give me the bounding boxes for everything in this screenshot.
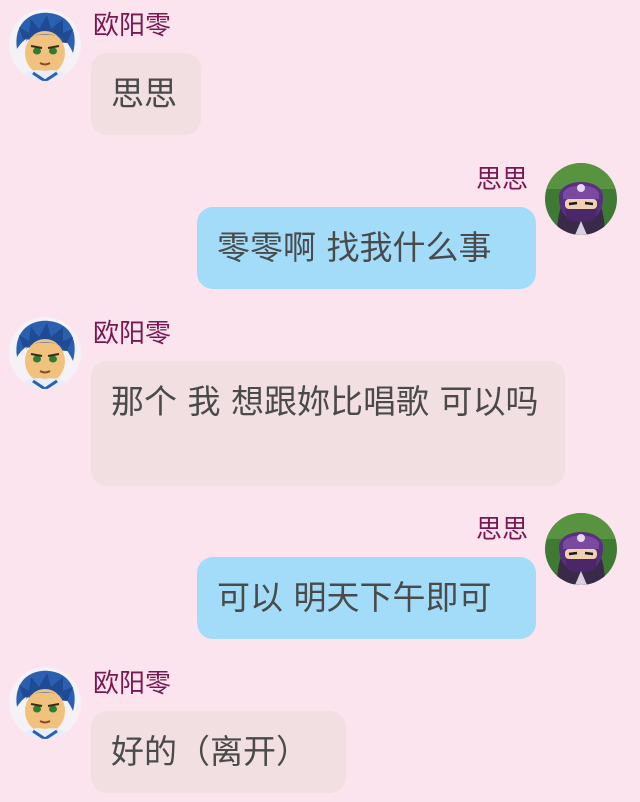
avatar[interactable]	[545, 163, 617, 235]
avatar[interactable]	[9, 9, 81, 81]
sender-name: 欧阳零	[93, 669, 172, 699]
message-bubble[interactable]: 好的（离开）	[91, 711, 346, 793]
masked-ninja-avatar-icon	[545, 513, 617, 585]
avatar[interactable]	[9, 667, 81, 739]
message-bubble[interactable]: 可以 明天下午即可	[197, 557, 536, 639]
sender-name: 欧阳零	[93, 11, 172, 41]
sender-name: 思思	[476, 165, 529, 195]
message-bubble[interactable]: 那个 我 想跟妳比唱歌 可以吗	[91, 361, 565, 486]
sender-name: 欧阳零	[93, 319, 172, 349]
blue-haired-boy-avatar-icon	[9, 667, 81, 739]
blue-haired-boy-avatar-icon	[9, 9, 81, 81]
avatar[interactable]	[9, 317, 81, 389]
message-bubble[interactable]: 思思	[91, 53, 201, 135]
masked-ninja-avatar-icon	[545, 163, 617, 235]
avatar[interactable]	[545, 513, 617, 585]
sender-name: 思思	[476, 515, 529, 545]
message-bubble[interactable]: 零零啊 找我什么事	[197, 207, 536, 289]
blue-haired-boy-avatar-icon	[9, 317, 81, 389]
